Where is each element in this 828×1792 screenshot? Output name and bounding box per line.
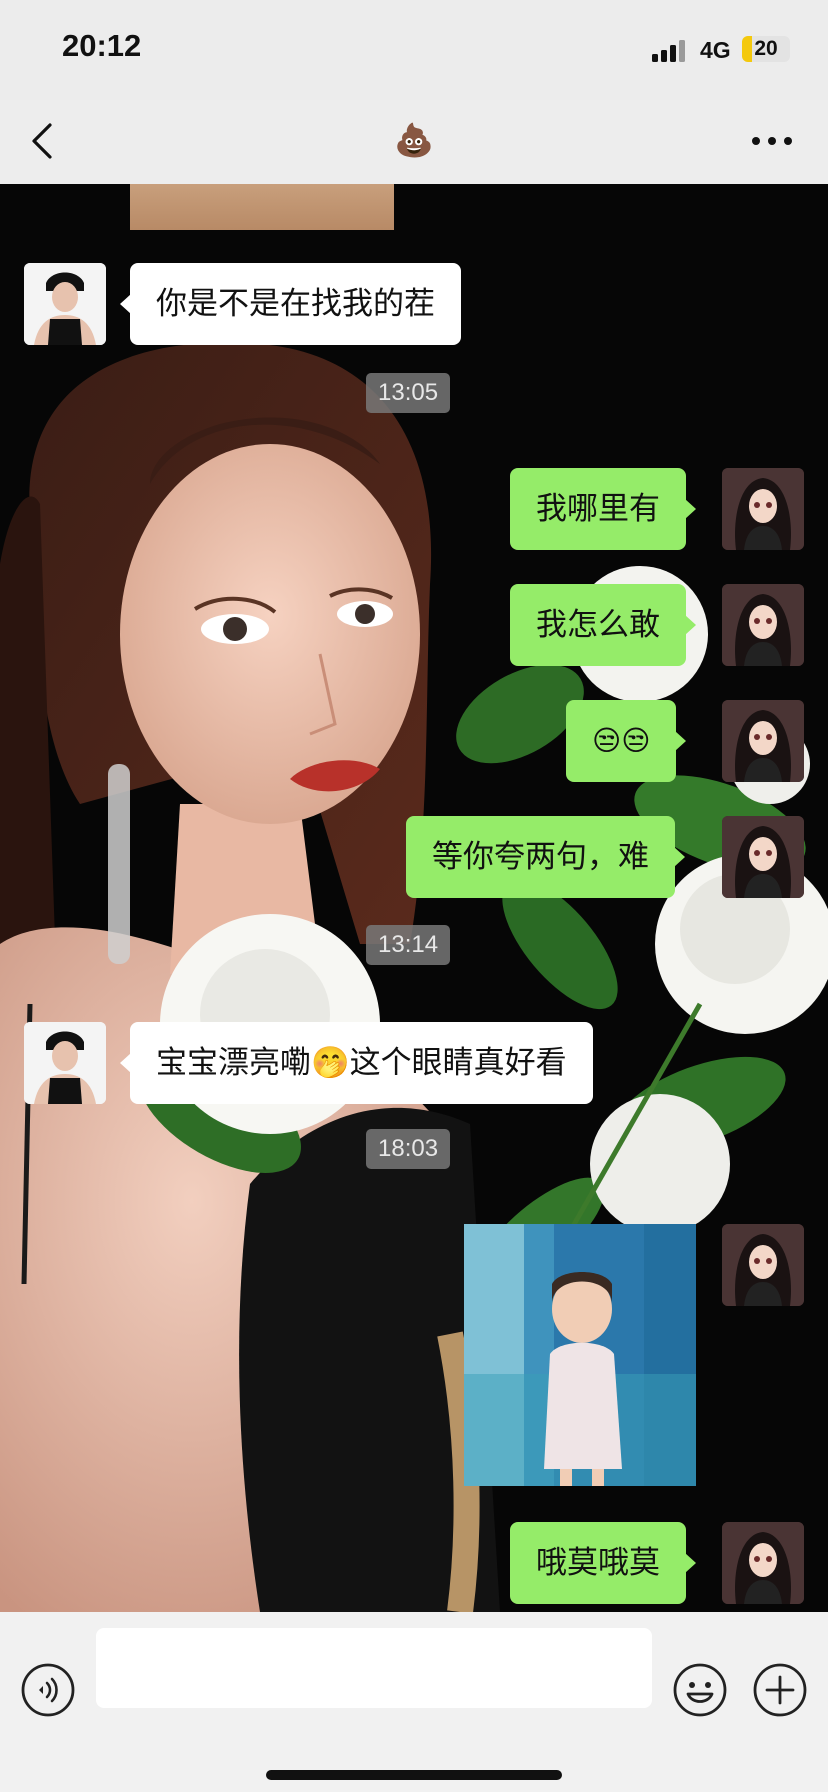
my-avatar-image — [722, 1224, 804, 1306]
voice-button[interactable] — [20, 1662, 76, 1718]
emoji-icon — [673, 1663, 727, 1717]
message-bubble[interactable]: 我怎么敢 — [510, 584, 696, 666]
message-input[interactable] — [96, 1628, 652, 1708]
signal-icon — [652, 40, 688, 62]
plus-icon — [753, 1663, 807, 1717]
more-dots-icon — [752, 137, 792, 145]
back-button[interactable] — [20, 116, 70, 166]
my-avatar[interactable] — [722, 816, 804, 898]
battery-icon: 20 — [742, 36, 790, 62]
emoji-button[interactable] — [672, 1662, 728, 1718]
message-bubble[interactable]: 😒😒 — [566, 700, 687, 782]
voice-icon — [21, 1663, 75, 1717]
my-avatar[interactable] — [722, 468, 804, 550]
plus-button[interactable] — [752, 1662, 808, 1718]
my-avatar[interactable] — [722, 1522, 804, 1604]
contact-avatar-image — [24, 1022, 106, 1104]
message-timestamp: 13:05 — [366, 373, 451, 413]
network-label: 4G — [700, 37, 731, 63]
message-bubble[interactable]: 哦莫哦莫 — [510, 1522, 696, 1604]
message-timestamp: 13:14 — [366, 925, 451, 965]
my-avatar-image — [722, 700, 804, 782]
image-message[interactable] — [464, 1224, 696, 1486]
battery-level: 20 — [754, 37, 778, 60]
status-time: 20:12 — [62, 28, 142, 63]
my-avatar-image — [722, 1522, 804, 1604]
message-bubble[interactable]: 你是不是在找我的茬 — [120, 263, 461, 345]
nav-bar: 💩 — [0, 100, 828, 184]
my-avatar-image — [722, 816, 804, 898]
contact-avatar[interactable] — [24, 263, 106, 345]
my-avatar-image — [722, 584, 804, 666]
my-avatar-image — [722, 468, 804, 550]
my-avatar[interactable] — [722, 584, 804, 666]
message-bubble[interactable]: 宝宝漂亮嘞🤭这个眼睛真好看 — [120, 1022, 593, 1104]
message-timestamp: 18:03 — [366, 1129, 451, 1169]
my-avatar[interactable] — [722, 1224, 804, 1306]
input-bar — [0, 1612, 828, 1792]
status-bar: 20:12 4G 20 — [0, 0, 828, 100]
message-bubble[interactable]: 等你夸两句，难 — [406, 816, 685, 898]
image-message-picture — [464, 1224, 696, 1486]
home-indicator[interactable] — [266, 1770, 562, 1780]
more-button[interactable] — [746, 116, 802, 166]
contact-avatar[interactable] — [24, 1022, 106, 1104]
contact-avatar-image — [24, 263, 106, 345]
message-bubble[interactable]: 我哪里有 — [510, 468, 696, 550]
my-avatar[interactable] — [722, 700, 804, 782]
chat-title: 💩 — [394, 121, 434, 159]
chat-area[interactable]: 你是不是在找我的茬 13:05 我哪里有 我怎么敢 😒😒 等你夸两句，难 13:… — [0, 184, 828, 1612]
chevron-left-icon — [32, 123, 52, 159]
previous-image-message[interactable] — [130, 184, 394, 230]
